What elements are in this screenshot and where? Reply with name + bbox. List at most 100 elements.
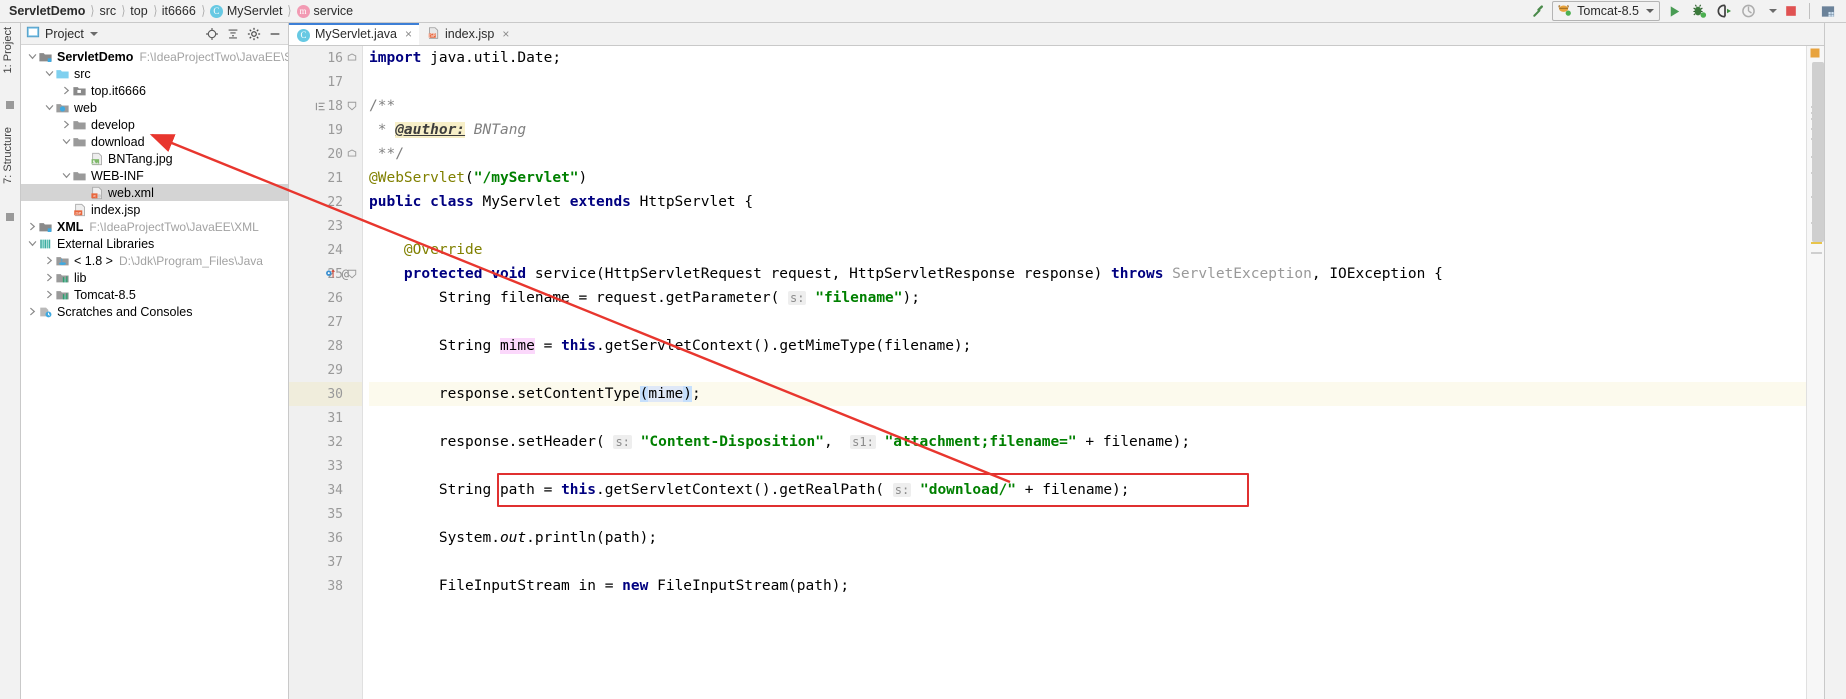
settings-gear-icon[interactable] bbox=[244, 25, 263, 43]
tree-node-download[interactable]: download bbox=[21, 133, 288, 150]
code-line-21[interactable]: @WebServlet("/myServlet") bbox=[369, 166, 1806, 190]
code-line-26[interactable]: String filename = request.getParameter( … bbox=[369, 286, 1806, 310]
gutter-line-22[interactable]: 22 bbox=[289, 190, 362, 214]
chevron-right-icon[interactable] bbox=[27, 303, 38, 320]
tree-node-tomcat-8-5[interactable]: Tomcat-8.5 bbox=[21, 286, 288, 303]
gutter-line-25[interactable]: @25 bbox=[289, 262, 362, 286]
gutter-line-34[interactable]: 34 bbox=[289, 478, 362, 502]
breadcrumb-item-it6666[interactable]: it6666 bbox=[159, 4, 199, 18]
hide-minus-icon[interactable] bbox=[265, 25, 284, 43]
chevron-right-icon[interactable] bbox=[27, 218, 38, 235]
editor-scrollbar-thumb[interactable] bbox=[1812, 62, 1824, 242]
gutter-line-21[interactable]: 21 bbox=[289, 166, 362, 190]
gutter-line-35[interactable]: 35 bbox=[289, 502, 362, 526]
code-line-37[interactable] bbox=[369, 550, 1806, 574]
gutter-line-19[interactable]: 19 bbox=[289, 118, 362, 142]
fold-end-icon[interactable] bbox=[346, 149, 357, 160]
chevron-down-icon[interactable] bbox=[61, 133, 72, 150]
editor-gutter[interactable]: 16 17 18 19 20 21 22 23 24 @25 26 27 28 29 30 31 32 33 34 3… bbox=[289, 46, 363, 699]
window-layout-icon[interactable] bbox=[1817, 1, 1839, 21]
chevron-down-icon[interactable] bbox=[44, 65, 55, 82]
fold-collapse-icon[interactable] bbox=[346, 269, 357, 280]
override-method-icon[interactable] bbox=[325, 268, 336, 280]
code-line-17[interactable] bbox=[369, 70, 1806, 94]
run-configuration-selector[interactable]: Tomcat-8.5 bbox=[1552, 1, 1660, 21]
code-line-30[interactable]: response.setContentType(mime); bbox=[369, 382, 1806, 406]
collapse-all-icon[interactable] bbox=[223, 25, 242, 43]
gutter-line-17[interactable]: 17 bbox=[289, 70, 362, 94]
stop-square-icon[interactable] bbox=[1780, 1, 1802, 21]
profiler-chevron-down-icon[interactable] bbox=[1769, 9, 1777, 13]
gutter-line-18[interactable]: 18 bbox=[289, 94, 362, 118]
code-line-34[interactable]: String path = this.getServletContext().g… bbox=[369, 478, 1806, 502]
tree-node-web[interactable]: web bbox=[21, 99, 288, 116]
chevron-down-icon[interactable] bbox=[44, 99, 55, 116]
tree-node-src[interactable]: src bbox=[21, 65, 288, 82]
code-line-20[interactable]: **/ bbox=[369, 142, 1806, 166]
chevron-down-icon[interactable] bbox=[89, 31, 98, 36]
code-line-27[interactable] bbox=[369, 310, 1806, 334]
gutter-line-28[interactable]: 28 bbox=[289, 334, 362, 358]
project-tree[interactable]: ServletDemo F:\IdeaProjectTwo\JavaEE\Serv… bbox=[21, 45, 288, 699]
code-line-36[interactable]: System.out.println(path); bbox=[369, 526, 1806, 550]
profiler-icon[interactable] bbox=[1738, 1, 1760, 21]
tree-node-lib[interactable]: lib bbox=[21, 269, 288, 286]
hammer-icon[interactable] bbox=[1527, 1, 1549, 21]
chevron-right-icon[interactable] bbox=[61, 82, 72, 99]
code-line-24[interactable]: @Override bbox=[369, 238, 1806, 262]
tree-node-scratches-and-consoles[interactable]: Scratches and Consoles bbox=[21, 303, 288, 320]
gutter-line-24[interactable]: 24 bbox=[289, 238, 362, 262]
breadcrumb-item-top[interactable]: top bbox=[127, 4, 150, 18]
tree-node-bntang-jpg[interactable]: BNTang.jpg bbox=[21, 150, 288, 167]
code-line-19[interactable]: * @author: BNTang bbox=[369, 118, 1806, 142]
gutter-line-20[interactable]: 20 bbox=[289, 142, 362, 166]
locate-icon[interactable] bbox=[202, 25, 221, 43]
tool-window-button-project[interactable]: 1: Project bbox=[2, 27, 14, 73]
tree-node-web-inf[interactable]: WEB-INF bbox=[21, 167, 288, 184]
tab-myservlet-java[interactable]: C MyServlet.java × bbox=[289, 23, 419, 45]
code-line-38[interactable]: FileInputStream in = new FileInputStream… bbox=[369, 574, 1806, 598]
inspection-status-icon[interactable] bbox=[1806, 46, 1824, 60]
chevron-right-icon[interactable] bbox=[44, 269, 55, 286]
tree-node-servletdemo[interactable]: ServletDemo F:\IdeaProjectTwo\JavaEE\Serv… bbox=[21, 48, 288, 65]
gutter-line-29[interactable]: 29 bbox=[289, 358, 362, 382]
gutter-line-37[interactable]: 37 bbox=[289, 550, 362, 574]
chevron-down-icon[interactable] bbox=[27, 235, 38, 252]
run-with-coverage-icon[interactable] bbox=[1713, 1, 1735, 21]
breadcrumb-item-service[interactable]: m service bbox=[294, 4, 357, 18]
code-line-31[interactable] bbox=[369, 406, 1806, 430]
code-line-22[interactable]: public class MyServlet extends HttpServl… bbox=[369, 190, 1806, 214]
breadcrumb-item-myservlet[interactable]: C MyServlet bbox=[207, 4, 286, 18]
tree-node-develop[interactable]: develop bbox=[21, 116, 288, 133]
gutter-line-31[interactable]: 31 bbox=[289, 406, 362, 430]
gutter-line-30[interactable]: 30 bbox=[289, 382, 362, 406]
code-line-29[interactable] bbox=[369, 358, 1806, 382]
code-line-33[interactable] bbox=[369, 454, 1806, 478]
tab-index-jsp[interactable]: JSP index.jsp × bbox=[419, 23, 516, 45]
gutter-line-38[interactable]: 38 bbox=[289, 574, 362, 598]
tree-node-index-jsp[interactable]: JSP index.jsp bbox=[21, 201, 288, 218]
close-icon[interactable]: × bbox=[405, 27, 412, 41]
close-icon[interactable]: × bbox=[502, 27, 509, 41]
code-line-23[interactable] bbox=[369, 214, 1806, 238]
code-line-25[interactable]: protected void service(HttpServletReques… bbox=[369, 262, 1806, 286]
gutter-line-26[interactable]: 26 bbox=[289, 286, 362, 310]
tool-window-button-structure[interactable]: 7: Structure bbox=[2, 127, 14, 184]
breadcrumb-item-servletdemo[interactable]: ServletDemo bbox=[6, 4, 88, 18]
chevron-down-icon[interactable] bbox=[1646, 9, 1654, 13]
breadcrumb-item-src[interactable]: src bbox=[97, 4, 120, 18]
gutter-line-32[interactable]: 32 bbox=[289, 430, 362, 454]
chevron-right-icon[interactable] bbox=[61, 116, 72, 133]
code-line-28[interactable]: String mime = this.getServletContext().g… bbox=[369, 334, 1806, 358]
tree-node-web-xml[interactable]: < web.xml bbox=[21, 184, 288, 201]
gutter-line-27[interactable]: 27 bbox=[289, 310, 362, 334]
tree-node-top-it6666[interactable]: top.it6666 bbox=[21, 82, 288, 99]
chevron-down-icon[interactable] bbox=[61, 167, 72, 184]
code-line-32[interactable]: response.setHeader( s: "Content-Disposit… bbox=[369, 430, 1806, 454]
tree-node-xml[interactable]: XML F:\IdeaProjectTwo\JavaEE\XML bbox=[21, 218, 288, 235]
fold-end-icon[interactable] bbox=[346, 53, 357, 64]
gutter-line-33[interactable]: 33 bbox=[289, 454, 362, 478]
fold-collapse-icon[interactable] bbox=[346, 101, 357, 112]
code-line-35[interactable] bbox=[369, 502, 1806, 526]
gutter-line-36[interactable]: 36 bbox=[289, 526, 362, 550]
